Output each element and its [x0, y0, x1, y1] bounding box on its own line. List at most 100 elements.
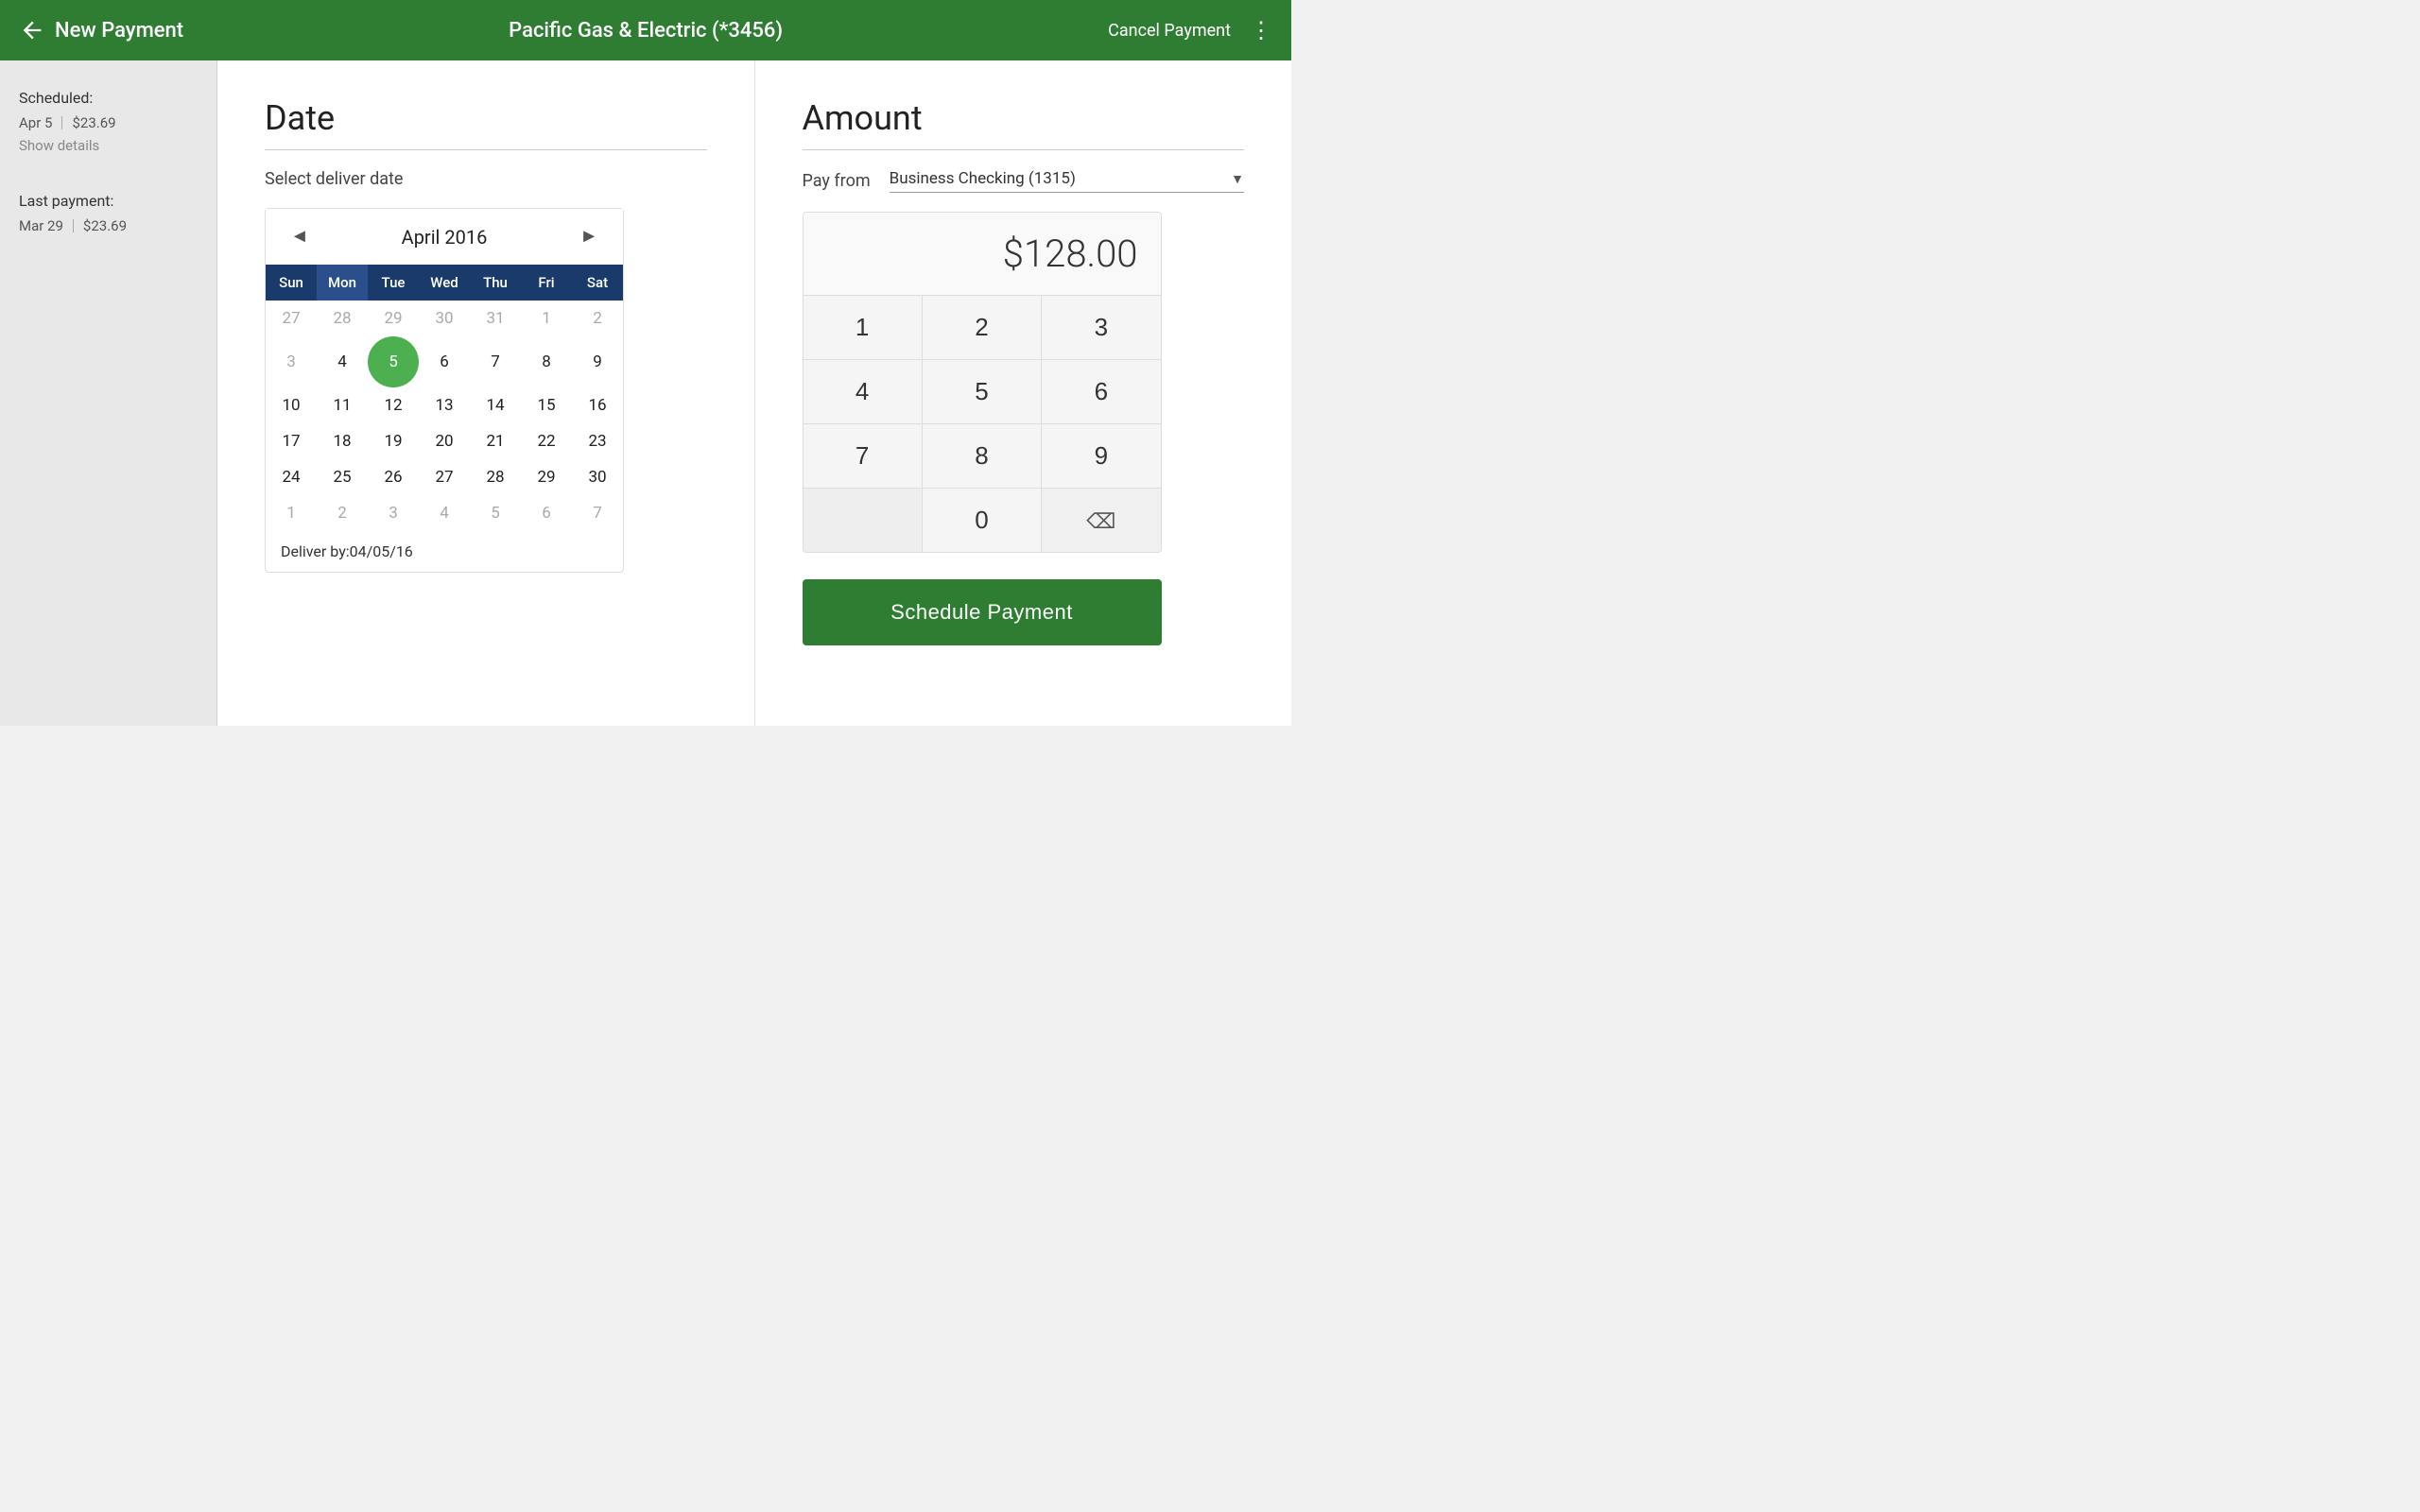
calendar-day[interactable]: 24 — [266, 459, 317, 495]
amount-section: Amount Pay from Business Checking (1315)… — [755, 60, 1292, 726]
back-button[interactable]: New Payment — [19, 17, 183, 43]
calendar-day[interactable]: 6 — [419, 336, 470, 387]
calendar-day[interactable]: 31 — [470, 301, 521, 336]
calendar: ◄ April 2016 ► SunMonTueWedThuFriSat2728… — [265, 208, 624, 573]
divider — [61, 116, 62, 129]
calendar-day[interactable]: 8 — [521, 336, 572, 387]
calendar-day[interactable]: 3 — [368, 495, 419, 531]
select-date-label: Select deliver date — [265, 169, 707, 189]
calendar-day[interactable]: 16 — [572, 387, 623, 423]
calendar-day[interactable]: 2 — [317, 495, 368, 531]
prev-month-button[interactable]: ◄ — [281, 222, 319, 251]
calendar-day[interactable]: 2 — [572, 301, 623, 336]
calendar-day[interactable]: 14 — [470, 387, 521, 423]
calendar-day[interactable]: 17 — [266, 423, 317, 459]
keypad-3-button[interactable]: 3 — [1042, 296, 1160, 359]
calendar-day[interactable]: 3 — [266, 336, 317, 387]
deliver-by: Deliver by:04/05/16 — [266, 531, 623, 572]
calendar-day[interactable]: 20 — [419, 423, 470, 459]
sidebar: Scheduled: Apr 5 $23.69 Show details Las… — [0, 60, 217, 726]
header-center-title: Pacific Gas & Electric (*3456) — [183, 19, 1108, 43]
amount-display: $128.00 — [804, 213, 1161, 296]
calendar-day[interactable]: 4 — [317, 336, 368, 387]
calendar-day-header-tue: Tue — [368, 265, 419, 301]
calendar-day[interactable]: 30 — [419, 301, 470, 336]
calendar-day[interactable]: 4 — [419, 495, 470, 531]
calendar-day[interactable]: 27 — [419, 459, 470, 495]
calendar-grid: SunMonTueWedThuFriSat2728293031123456789… — [266, 265, 623, 531]
calendar-day-header-fri: Fri — [521, 265, 572, 301]
calendar-day[interactable]: 29 — [521, 459, 572, 495]
keypad-2-button[interactable]: 2 — [923, 296, 1041, 359]
scheduled-label: Scheduled: — [19, 89, 198, 107]
calendar-day[interactable]: 26 — [368, 459, 419, 495]
keypad-7-button[interactable]: 7 — [804, 424, 922, 488]
divider2 — [73, 219, 74, 232]
calendar-day[interactable]: 12 — [368, 387, 419, 423]
calendar-day[interactable]: 28 — [470, 459, 521, 495]
deliver-by-date: 04/05/16 — [350, 542, 413, 560]
calendar-day[interactable]: 6 — [521, 495, 572, 531]
calendar-day[interactable]: 18 — [317, 423, 368, 459]
calendar-day[interactable]: 5 — [470, 495, 521, 531]
last-payment-value: Mar 29 $23.69 — [19, 217, 198, 234]
last-payment-date: Mar 29 — [19, 217, 63, 234]
calendar-day[interactable]: 5 — [368, 336, 419, 387]
keypad-8-button[interactable]: 8 — [923, 424, 1041, 488]
backspace-icon: ⌫ — [1086, 509, 1115, 533]
calendar-day[interactable]: 7 — [470, 336, 521, 387]
next-month-button[interactable]: ► — [570, 222, 608, 251]
calendar-day[interactable]: 29 — [368, 301, 419, 336]
pay-from-value: Business Checking (1315) — [890, 169, 1224, 188]
calendar-day[interactable]: 13 — [419, 387, 470, 423]
calendar-day[interactable]: 30 — [572, 459, 623, 495]
keypad-5-button[interactable]: 5 — [923, 360, 1041, 423]
calendar-day[interactable]: 7 — [572, 495, 623, 531]
calendar-day-header-wed: Wed — [419, 265, 470, 301]
calendar-day-header-sun: Sun — [266, 265, 317, 301]
schedule-btn-row: Schedule Payment — [803, 579, 1245, 645]
scheduled-amount: $23.69 — [72, 114, 115, 131]
header-actions: Cancel Payment ⋮ — [1108, 17, 1272, 43]
calendar-day-header-sat: Sat — [572, 265, 623, 301]
last-payment-amount: $23.69 — [83, 217, 127, 234]
keypad-9-button[interactable]: 9 — [1042, 424, 1160, 488]
last-payment-section: Last payment: Mar 29 $23.69 — [19, 192, 198, 234]
more-options-icon[interactable]: ⋮ — [1250, 17, 1272, 43]
keypad-0-button[interactable]: 0 — [923, 489, 1041, 552]
calendar-day[interactable]: 25 — [317, 459, 368, 495]
calendar-day[interactable]: 15 — [521, 387, 572, 423]
page-title: New Payment — [55, 19, 183, 43]
show-details-link[interactable]: Show details — [19, 137, 198, 154]
keypad-1-button[interactable]: 1 — [804, 296, 922, 359]
calendar-day[interactable]: 28 — [317, 301, 368, 336]
calendar-day[interactable]: 1 — [521, 301, 572, 336]
calendar-day[interactable]: 10 — [266, 387, 317, 423]
backspace-button[interactable]: ⌫ — [1042, 489, 1160, 552]
scheduled-value: Apr 5 $23.69 — [19, 114, 198, 131]
deliver-by-label: Deliver by: — [281, 542, 350, 560]
calendar-day[interactable]: 19 — [368, 423, 419, 459]
keypad-4-button[interactable]: 4 — [804, 360, 922, 423]
empty-key — [804, 489, 922, 552]
calendar-day[interactable]: 9 — [572, 336, 623, 387]
calendar-day[interactable]: 27 — [266, 301, 317, 336]
calendar-day[interactable]: 21 — [470, 423, 521, 459]
cancel-payment-button[interactable]: Cancel Payment — [1108, 21, 1231, 41]
calendar-day[interactable]: 22 — [521, 423, 572, 459]
calendar-day[interactable]: 11 — [317, 387, 368, 423]
main-layout: Scheduled: Apr 5 $23.69 Show details Las… — [0, 60, 1291, 726]
pay-from-select[interactable]: Business Checking (1315) ▼ — [890, 169, 1244, 193]
pay-from-label: Pay from — [803, 171, 871, 191]
date-section: Date Select deliver date ◄ April 2016 ► … — [217, 60, 755, 726]
pay-from-row: Pay from Business Checking (1315) ▼ — [803, 169, 1245, 193]
calendar-header: ◄ April 2016 ► — [266, 209, 623, 265]
dropdown-arrow-icon: ▼ — [1231, 171, 1244, 187]
schedule-payment-button[interactable]: Schedule Payment — [803, 579, 1162, 645]
calendar-day[interactable]: 1 — [266, 495, 317, 531]
keypad-6-button[interactable]: 6 — [1042, 360, 1160, 423]
calendar-day[interactable]: 23 — [572, 423, 623, 459]
calendar-month: April 2016 — [402, 226, 488, 249]
content-area: Date Select deliver date ◄ April 2016 ► … — [217, 60, 1291, 726]
last-payment-label: Last payment: — [19, 192, 198, 210]
